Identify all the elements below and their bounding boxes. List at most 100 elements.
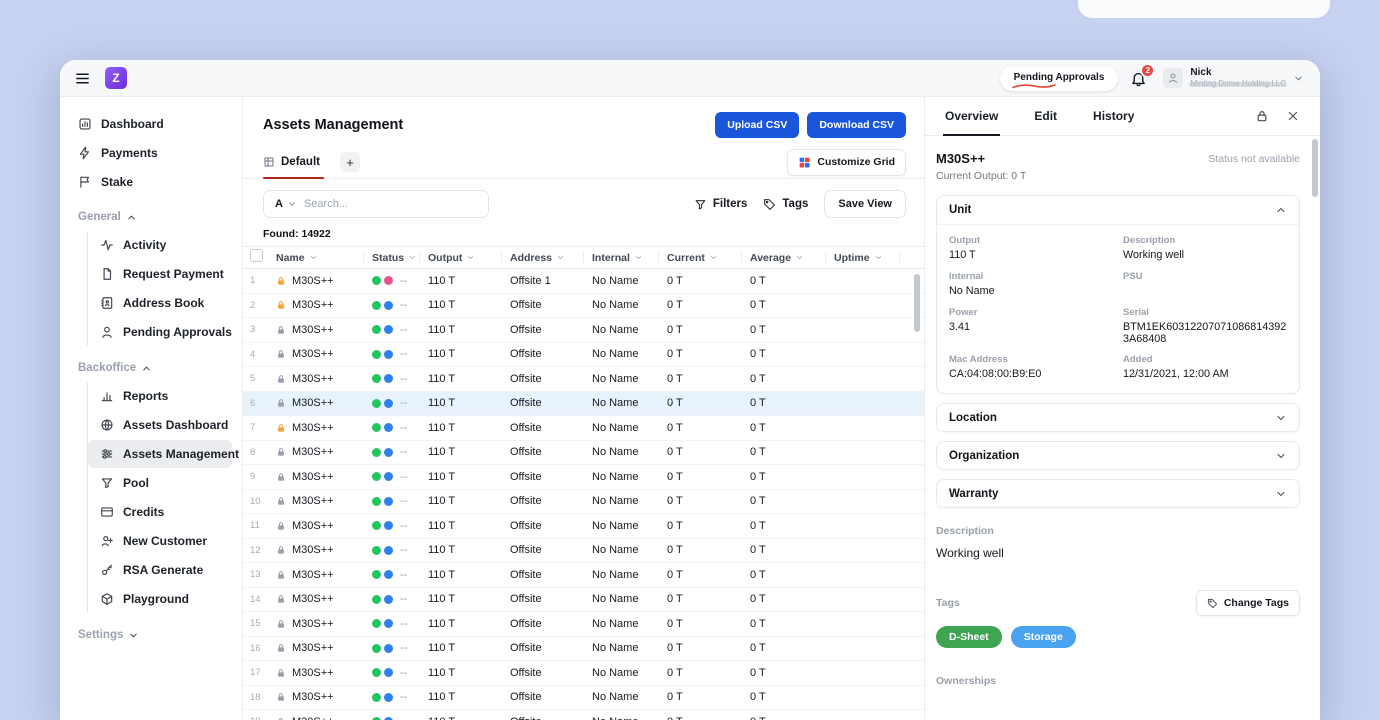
sidebar-group-general[interactable]: General [60, 196, 242, 230]
menu-icon[interactable] [74, 70, 91, 87]
sidebar-item-payments[interactable]: Payments [60, 138, 242, 167]
column-header-output[interactable]: Output [428, 247, 510, 268]
cell-current: 0 T [667, 348, 750, 360]
cell-address: Offsite [510, 593, 592, 605]
table-row[interactable]: 13M30S++--110 TOffsiteNo Name0 T0 T [243, 563, 924, 588]
sidebar-item-activity[interactable]: Activity [88, 231, 232, 259]
status-dot [384, 546, 393, 555]
cell-current: 0 T [667, 520, 750, 532]
sidebar-item-new-customer[interactable]: New Customer [88, 527, 232, 555]
search-input[interactable] [304, 198, 488, 210]
cell-output: 110 T [428, 593, 510, 605]
filters-button[interactable]: Filters [694, 198, 748, 211]
asset-name-cell: M30S++ [276, 446, 372, 458]
table-row[interactable]: 16M30S++--110 TOffsiteNo Name0 T0 T [243, 637, 924, 662]
column-header-internal[interactable]: Internal [592, 247, 667, 268]
select-all-checkbox[interactable] [250, 249, 263, 262]
field-added: Added12/31/2021, 12:00 AM [1123, 354, 1287, 381]
download-csv-button[interactable]: Download CSV [807, 112, 906, 138]
column-selector[interactable]: A [264, 198, 304, 210]
panel-tab-history[interactable]: History [1093, 97, 1134, 135]
table-row[interactable]: 15M30S++--110 TOffsiteNo Name0 T0 T [243, 612, 924, 637]
sidebar-item-stake[interactable]: Stake [60, 167, 242, 196]
table-row[interactable]: 10M30S++--110 TOffsiteNo Name0 T0 T [243, 490, 924, 515]
table-row[interactable]: 14M30S++--110 TOffsiteNo Name0 T0 T [243, 588, 924, 613]
notifications-button[interactable]: 2 [1130, 70, 1147, 87]
table-row[interactable]: 17M30S++--110 TOffsiteNo Name0 T0 T [243, 661, 924, 686]
table-scrollbar[interactable] [913, 270, 921, 716]
section-organization[interactable]: Organization [936, 441, 1300, 470]
chevron-down-icon [1293, 73, 1304, 84]
status-dash: -- [400, 667, 407, 679]
sidebar-item-playground[interactable]: Playground [88, 585, 232, 613]
panel-tab-overview[interactable]: Overview [945, 97, 998, 135]
scrollbar-thumb[interactable] [914, 274, 920, 332]
sidebar-item-assets-management[interactable]: Assets Management [88, 440, 232, 468]
column-header-average[interactable]: Average [750, 247, 834, 268]
table-row[interactable]: 3M30S++--110 TOffsiteNo Name0 T0 T [243, 318, 924, 343]
status-dot [384, 448, 393, 457]
cell-internal: No Name [592, 373, 667, 385]
sidebar-item-pending-approvals[interactable]: Pending Approvals [88, 318, 232, 346]
tags-button[interactable]: Tags [763, 198, 808, 211]
table-row[interactable]: 2M30S++--110 TOffsiteNo Name0 T0 T [243, 294, 924, 319]
tab-default[interactable]: Default [263, 146, 330, 178]
table-row[interactable]: 18M30S++--110 TOffsiteNo Name0 T0 T [243, 686, 924, 711]
sidebar-group-backoffice[interactable]: Backoffice [60, 347, 242, 381]
column-header-name[interactable]: Name [276, 247, 372, 268]
table-row[interactable]: 11M30S++--110 TOffsiteNo Name0 T0 T [243, 514, 924, 539]
table-row[interactable]: 19M30S++--110 TOffsiteNo Name0 T0 T [243, 710, 924, 720]
detail-panel: OverviewEditHistory M30S++ Current Outpu… [924, 97, 1320, 720]
lock-icon [276, 349, 286, 359]
column-header-status[interactable]: Status [372, 247, 428, 268]
unit-section-header[interactable]: Unit [937, 196, 1299, 225]
sidebar-item-request-payment[interactable]: Request Payment [88, 260, 232, 288]
panel-scrollbar[interactable] [1311, 139, 1318, 716]
table-row[interactable]: 8M30S++--110 TOffsiteNo Name0 T0 T [243, 441, 924, 466]
sidebar-item-assets-dashboard[interactable]: Assets Dashboard [88, 411, 232, 439]
close-icon[interactable] [1286, 109, 1300, 123]
sidebar-item-label: Reports [123, 389, 168, 403]
change-tags-button[interactable]: Change Tags [1196, 590, 1300, 616]
sidebar-item-rsa-generate[interactable]: RSA Generate [88, 556, 232, 584]
row-number: 8 [250, 447, 276, 458]
table-row[interactable]: 4M30S++--110 TOffsiteNo Name0 T0 T [243, 343, 924, 368]
table-row[interactable]: 12M30S++--110 TOffsiteNo Name0 T0 T [243, 539, 924, 564]
cell-internal: No Name [592, 642, 667, 654]
field-label: PSU [1123, 271, 1287, 282]
status-cell: -- [372, 471, 428, 483]
column-header-address[interactable]: Address [510, 247, 592, 268]
pending-approvals-button[interactable]: Pending Approvals [1000, 66, 1119, 91]
add-view-button[interactable]: + [340, 152, 360, 172]
status-dot [384, 374, 393, 383]
table-row[interactable]: 1M30S++--110 TOffsite 1No Name0 T0 T [243, 269, 924, 294]
table-row[interactable]: 7M30S++--110 TOffsiteNo Name0 T0 T [243, 416, 924, 441]
sidebar-item-dashboard[interactable]: Dashboard [60, 109, 242, 138]
sidebar-item-pool[interactable]: Pool [88, 469, 232, 497]
column-header-uptime[interactable]: Uptime [834, 247, 908, 268]
sidebar-group-settings[interactable]: Settings [60, 614, 242, 648]
panel-tab-edit[interactable]: Edit [1034, 97, 1057, 135]
sidebar-item-reports[interactable]: Reports [88, 382, 232, 410]
sidebar-item-address-book[interactable]: Address Book [88, 289, 232, 317]
user-menu[interactable]: Nick Minting Dome Holding LLC [1163, 67, 1304, 89]
cell-address: Offsite [510, 520, 592, 532]
scrollbar-thumb[interactable] [1312, 139, 1318, 197]
table-row[interactable]: 9M30S++--110 TOffsiteNo Name0 T0 T [243, 465, 924, 490]
lock-icon[interactable] [1255, 109, 1269, 123]
table-row[interactable]: 5M30S++--110 TOffsiteNo Name0 T0 T [243, 367, 924, 392]
section-location[interactable]: Location [936, 403, 1300, 432]
upload-csv-button[interactable]: Upload CSV [715, 112, 799, 138]
asset-name-cell: M30S++ [276, 618, 372, 630]
cell-output: 110 T [428, 495, 510, 507]
customize-grid-button[interactable]: Customize Grid [787, 149, 906, 176]
column-header-current[interactable]: Current [667, 247, 750, 268]
save-view-button[interactable]: Save View [824, 190, 906, 218]
lock-icon [276, 325, 286, 335]
app-logo[interactable]: Z [105, 67, 127, 89]
row-number: 5 [250, 373, 276, 384]
sidebar-item-credits[interactable]: Credits [88, 498, 232, 526]
section-warranty[interactable]: Warranty [936, 479, 1300, 508]
cell-internal: No Name [592, 348, 667, 360]
table-row[interactable]: 6M30S++--110 TOffsiteNo Name0 T0 T [243, 392, 924, 417]
